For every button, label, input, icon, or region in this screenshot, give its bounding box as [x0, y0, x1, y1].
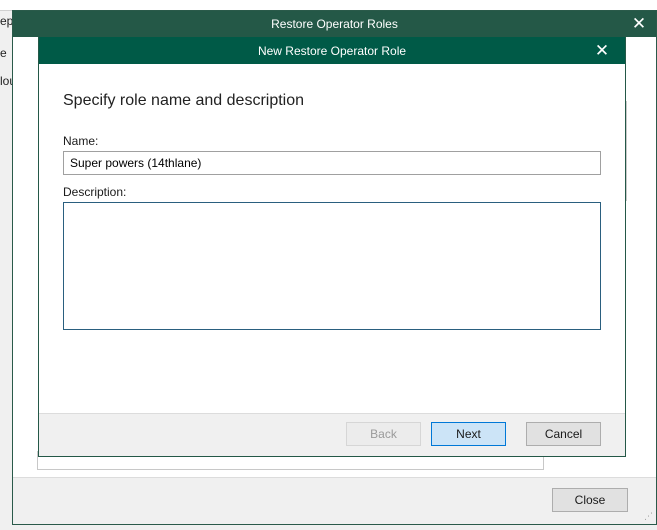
outer-dialog-footer: Close ⋰: [13, 477, 656, 524]
outer-close-icon[interactable]: ✕: [626, 11, 652, 37]
role-name-input[interactable]: [63, 151, 601, 175]
role-description-textarea[interactable]: [63, 202, 601, 330]
cancel-button[interactable]: Cancel: [526, 422, 601, 446]
inner-dialog-footer: Back Next Cancel: [39, 413, 625, 456]
outer-dialog-title: Restore Operator Roles: [271, 17, 398, 31]
new-restore-operator-role-dialog: New Restore Operator Role ✕ Specify role…: [38, 36, 626, 457]
inner-dialog-titlebar: New Restore Operator Role: [39, 37, 625, 64]
step-heading: Specify role name and description: [63, 92, 305, 109]
resize-grip-icon[interactable]: ⋰: [644, 512, 654, 522]
background-text-fragment: e: [0, 46, 7, 60]
next-button[interactable]: Next: [431, 422, 506, 446]
inner-dialog-title: New Restore Operator Role: [257, 43, 407, 58]
back-button[interactable]: Back: [346, 422, 421, 446]
description-label: Description:: [63, 185, 127, 199]
name-label: Name:: [63, 134, 99, 148]
inner-close-icon[interactable]: ✕: [589, 37, 615, 64]
outer-dialog-titlebar: Restore Operator Roles: [13, 11, 656, 37]
close-button[interactable]: Close: [552, 488, 628, 512]
